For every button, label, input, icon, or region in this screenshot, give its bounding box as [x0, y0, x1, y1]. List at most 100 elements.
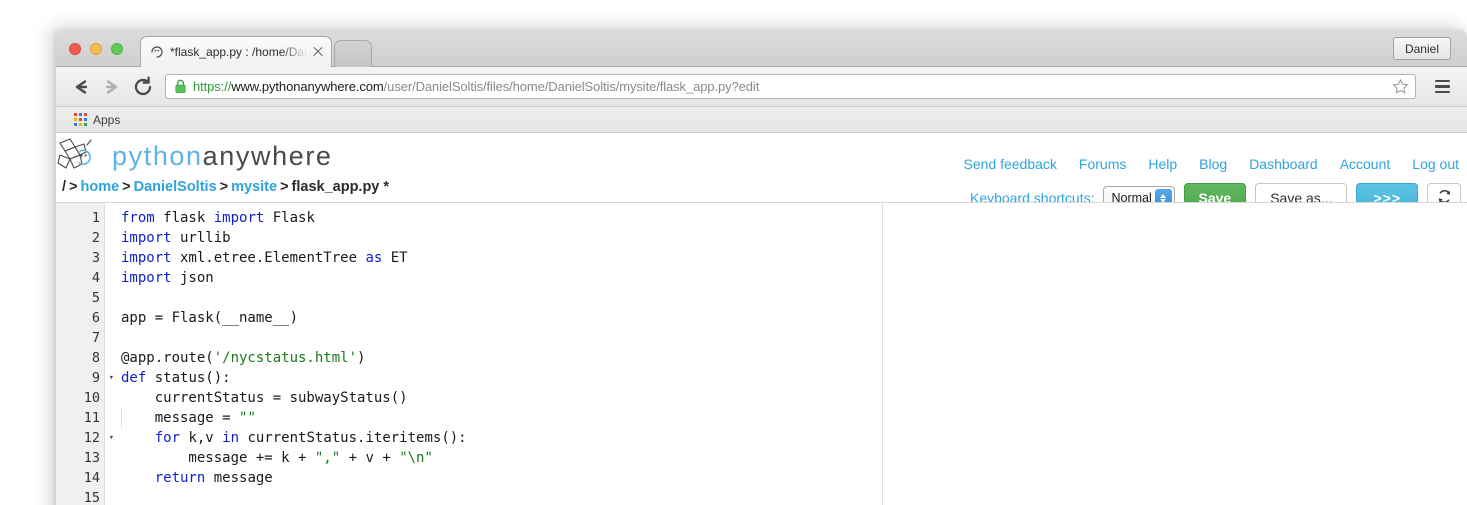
code-line: def status(): — [121, 368, 1467, 388]
code-line: from flask import Flask — [121, 208, 1467, 228]
line-number: 13 — [83, 450, 100, 466]
browser-profile-button[interactable]: Daniel — [1392, 37, 1451, 60]
logo-text-anywhere: anywhere — [202, 140, 333, 171]
back-arrow-icon[interactable] — [68, 74, 94, 100]
close-window-button[interactable] — [69, 43, 81, 55]
code-text: currentStatus.iteritems(): — [239, 430, 467, 446]
nav-link-log-out[interactable]: Log out — [1412, 156, 1459, 172]
bookmark-label: Apps — [93, 112, 121, 127]
code-line: import urllib — [121, 228, 1467, 248]
reload-icon[interactable] — [130, 74, 156, 100]
pythonanywhere-logo[interactable]: pythonanywhere — [56, 137, 333, 175]
line-number: 3 — [91, 250, 100, 266]
line-number: 8 — [91, 350, 100, 366]
line-number: 15 — [83, 490, 100, 505]
line-number: 10 — [83, 390, 100, 406]
code-keyword: import — [213, 210, 265, 226]
address-bar[interactable]: https://www.pythonanywhere.com/user/Dani… — [165, 74, 1416, 99]
nav-link-forums[interactable]: Forums — [1079, 156, 1126, 172]
code-text: ) — [357, 350, 366, 366]
line-number: 14 — [83, 470, 100, 486]
code-line: import xml.etree.ElementTree as ET — [121, 248, 1467, 268]
page-content: pythonanywhere / > home > DanielSoltis > mysit… — [56, 133, 1467, 505]
hamburger-menu-icon[interactable] — [1429, 74, 1455, 100]
close-icon[interactable] — [311, 45, 325, 59]
code-text: ET — [382, 250, 408, 266]
code-keyword: return — [154, 470, 206, 486]
code-keyword: import — [121, 250, 172, 266]
line-number: 7 — [91, 330, 100, 346]
code-keyword: for — [154, 430, 181, 446]
code-text: app = Flask(__name__) — [121, 310, 299, 326]
code-text: urllib — [171, 230, 231, 246]
indent-guide — [121, 408, 122, 428]
bookmark-star-icon[interactable] — [1392, 78, 1409, 95]
breadcrumb-root: / — [62, 179, 67, 195]
site-top-navigation: Send feedback Forums Help Blog Dashboard… — [964, 156, 1460, 172]
nav-link-dashboard[interactable]: Dashboard — [1249, 156, 1318, 172]
url-path: /user/DanielSoltis/files/home/DanielSolt… — [383, 79, 760, 94]
line-number: 11 — [83, 410, 100, 426]
code-text: message += k + — [121, 450, 315, 466]
code-text: message — [205, 470, 273, 486]
apps-grid-icon — [74, 113, 87, 126]
code-keyword: import — [121, 230, 172, 246]
python-anywhere-favicon-icon — [149, 44, 165, 60]
code-line: for k,v in currentStatus.iteritems(): — [121, 428, 1467, 448]
url-scheme: https:// — [193, 79, 232, 94]
bookmarks-bar: Apps — [56, 107, 1467, 133]
line-number: 4 — [91, 270, 100, 286]
code-editor[interactable]: 1 2 3 4 5 6 7 8 9 ▾ 10 11 12 ▾ 13 14 15 from flask impor… — [56, 202, 1467, 505]
line-number-gutter: 1 2 3 4 5 6 7 8 9 ▾ 10 11 12 ▾ 13 14 15 — [56, 203, 114, 505]
code-string: "\n" — [399, 450, 433, 466]
code-keyword: from — [121, 210, 155, 226]
secure-lock-icon — [174, 79, 187, 94]
code-text: Flask — [264, 210, 315, 226]
code-keyword: as — [365, 250, 383, 266]
browser-toolbar: https://www.pythonanywhere.com/user/Dani… — [56, 67, 1467, 107]
breadcrumb-item-current-file: flask_app.py * — [291, 179, 390, 195]
breadcrumb-separator: > — [280, 179, 289, 195]
minimize-window-button[interactable] — [90, 43, 102, 55]
screenshot-root: *flask_app.py : /home/Dani Daniel https:… — [0, 0, 1467, 505]
logo-text-python: python — [112, 140, 203, 171]
code-line: import json — [121, 268, 1467, 288]
code-keyword: def — [121, 370, 147, 386]
breadcrumb-separator: > — [219, 179, 229, 195]
code-area[interactable]: from flask import Flask import urllib impo… — [105, 203, 1467, 505]
code-string: "" — [239, 410, 256, 426]
nav-link-account[interactable]: Account — [1340, 156, 1391, 172]
zoom-window-button[interactable] — [111, 43, 123, 55]
breadcrumb-item-danielsoltis[interactable]: DanielSoltis — [134, 179, 217, 195]
browser-tab-inactive[interactable] — [334, 40, 372, 67]
nav-link-send-feedback[interactable]: Send feedback — [964, 156, 1057, 172]
nav-link-help[interactable]: Help — [1148, 156, 1177, 172]
browser-tab-active[interactable]: *flask_app.py : /home/Dani — [140, 36, 332, 67]
line-number: 1 — [91, 210, 100, 226]
code-line: app = Flask(__name__) — [121, 308, 1467, 328]
code-string: '/nycstatus.html' — [213, 350, 358, 366]
breadcrumb-item-mysite[interactable]: mysite — [231, 179, 277, 195]
breadcrumb-separator: > — [69, 179, 78, 195]
pythonanywhere-wordmark: pythonanywhere — [112, 141, 333, 172]
code-string: "," — [314, 450, 341, 466]
forward-arrow-icon[interactable] — [99, 74, 125, 100]
code-line: @app.route('/nycstatus.html') — [121, 348, 1467, 368]
code-text: message = — [121, 410, 240, 426]
line-number: 2 — [91, 230, 100, 246]
line-number: 6 — [91, 310, 100, 326]
code-text: currentStatus = subwayStatus() — [121, 390, 408, 406]
code-text: k,v — [180, 430, 223, 446]
nav-link-blog[interactable]: Blog — [1199, 156, 1227, 172]
line-number: 9 ▾ — [91, 370, 114, 386]
breadcrumb-item-home[interactable]: home — [81, 179, 120, 195]
bookmark-item-apps[interactable]: Apps — [68, 110, 126, 130]
line-number: 12 ▾ — [83, 430, 114, 446]
breadcrumb-separator: > — [122, 179, 131, 195]
code-text: + v + — [340, 450, 400, 466]
